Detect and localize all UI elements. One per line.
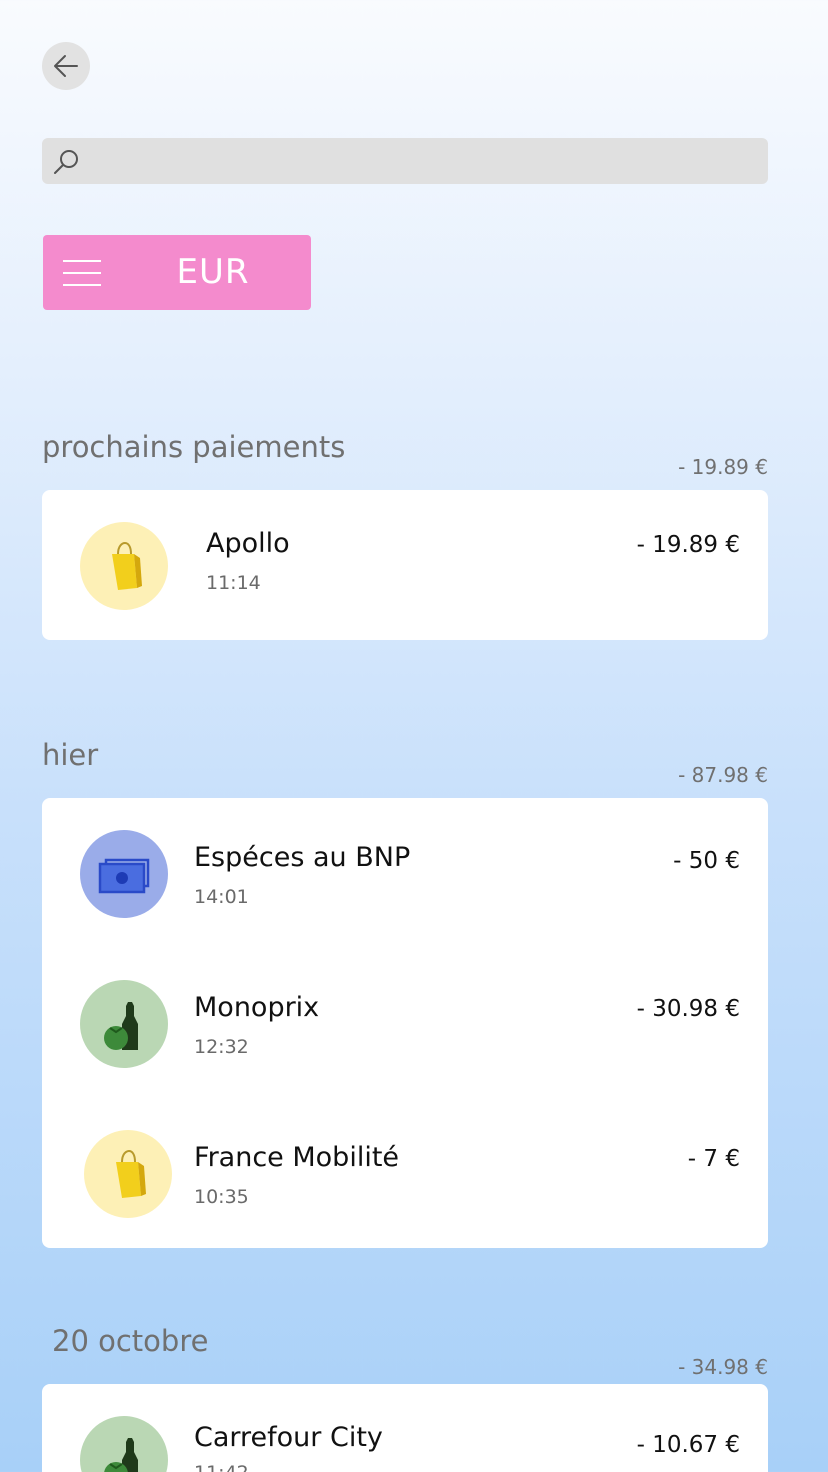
back-button[interactable]	[42, 42, 90, 90]
transaction-name: Apollo	[206, 528, 290, 559]
transaction-name: France Mobilité	[194, 1142, 400, 1173]
transaction-avatar	[80, 522, 168, 610]
section-total-upcoming: - 19.89 €	[678, 455, 768, 479]
transaction-amount: - 19.89 €	[636, 532, 740, 558]
transaction-amount: - 10.67 €	[636, 1432, 740, 1458]
transactions-card-upcoming: Apollo 11:14 - 19.89 €	[42, 490, 768, 640]
transaction-amount: - 50 €	[673, 848, 740, 874]
transaction-avatar	[84, 1130, 172, 1218]
section-title-upcoming: prochains paiements	[42, 430, 346, 464]
transaction-amount: - 7 €	[687, 1146, 740, 1172]
transaction-row[interactable]: Apollo 11:14 - 19.89 €	[42, 490, 768, 640]
menu-icon	[63, 260, 101, 286]
section-total-yesterday: - 87.98 €	[678, 763, 768, 787]
transaction-avatar	[80, 1416, 168, 1472]
transaction-time: 14:01	[194, 886, 249, 908]
arrow-left-icon	[54, 55, 78, 77]
transaction-time: 11:14	[206, 572, 261, 594]
transaction-name: Espéces au BNP	[194, 842, 411, 873]
shopping-bag-icon	[116, 1149, 146, 1198]
transaction-avatar	[80, 830, 168, 918]
currency-button[interactable]: EUR	[43, 235, 311, 310]
transactions-card-date: Carrefour City 11:42 - 10.67 €	[42, 1384, 768, 1472]
transaction-time: 12:32	[194, 1036, 249, 1058]
cash-icon	[98, 858, 150, 894]
transactions-card-yesterday: Espéces au BNP 14:01 - 50 € Monoprix 12:…	[42, 798, 768, 1248]
transaction-name: Carrefour City	[194, 1422, 383, 1453]
transaction-row[interactable]: Carrefour City 11:42 - 10.67 €	[42, 1384, 768, 1472]
transaction-time: 11:42	[194, 1462, 249, 1472]
search-input[interactable]	[94, 138, 754, 184]
transaction-avatar	[80, 980, 168, 1068]
section-title-date: 20 octobre	[52, 1324, 209, 1358]
transaction-row[interactable]: France Mobilité 10:35 - 7 €	[42, 1098, 768, 1248]
groceries-icon	[104, 1438, 138, 1472]
transaction-amount: - 30.98 €	[636, 996, 740, 1022]
search-bar[interactable]	[42, 138, 768, 184]
currency-label: EUR	[176, 252, 250, 292]
search-icon	[54, 150, 78, 174]
transaction-name: Monoprix	[194, 992, 320, 1023]
transaction-row[interactable]: Espéces au BNP 14:01 - 50 €	[42, 798, 768, 948]
transaction-row[interactable]: Monoprix 12:32 - 30.98 €	[42, 948, 768, 1098]
section-total-date: - 34.98 €	[678, 1355, 768, 1379]
groceries-icon	[104, 1002, 138, 1050]
shopping-bag-icon	[112, 541, 142, 590]
transaction-time: 10:35	[194, 1186, 249, 1208]
section-title-yesterday: hier	[42, 738, 99, 772]
